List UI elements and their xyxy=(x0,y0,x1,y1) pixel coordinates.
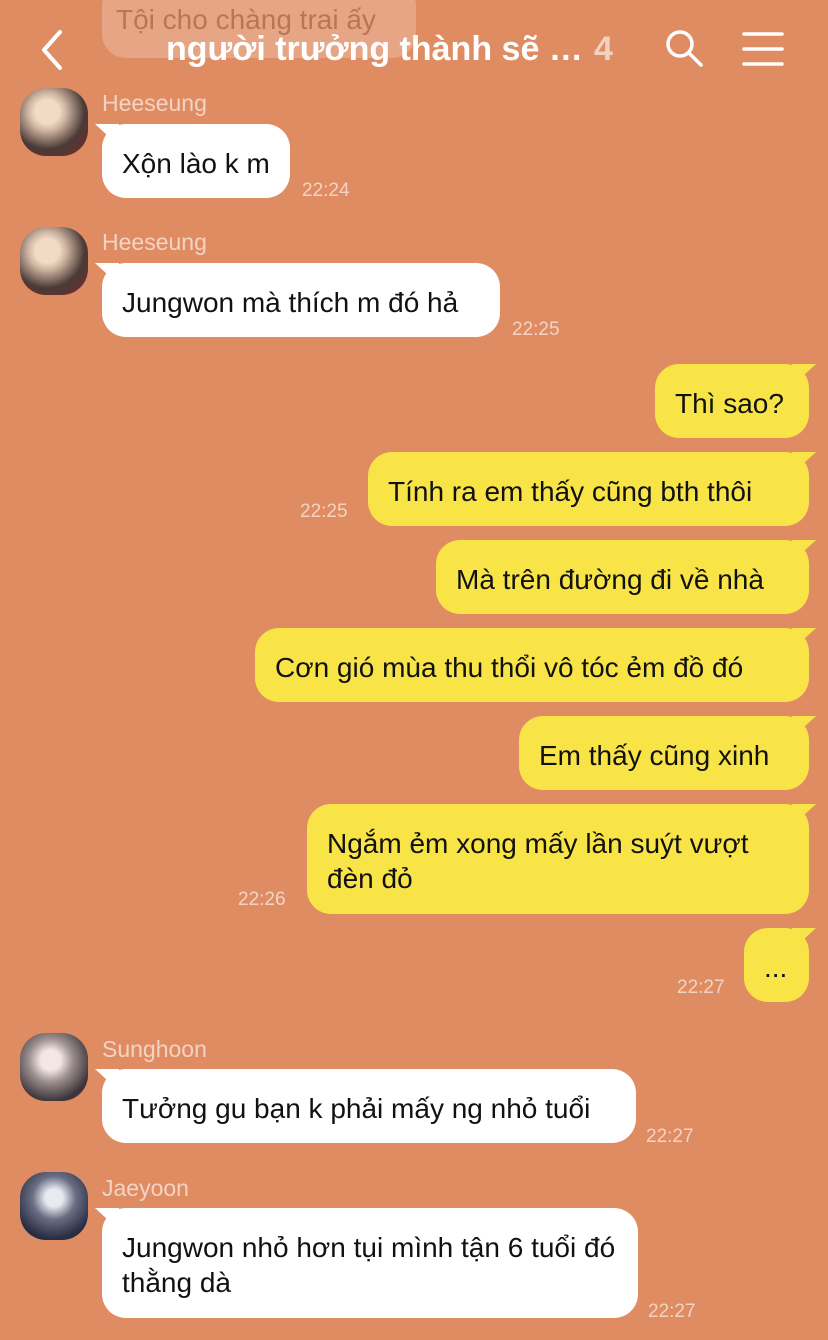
outgoing-message[interactable]: ... xyxy=(744,928,809,1002)
outgoing-message[interactable]: Thì sao? xyxy=(655,364,809,438)
menu-icon[interactable] xyxy=(742,30,784,68)
incoming-message[interactable]: Jungwon nhỏ hơn tụi mình tận 6 tuổi đó t… xyxy=(102,1208,638,1318)
incoming-message[interactable]: Tưởng gu bạn k phải mấy ng nhỏ tuổi xyxy=(102,1069,636,1143)
sender-name: Heeseung xyxy=(102,229,207,255)
message-time: 22:24 xyxy=(302,180,350,201)
message-time: 22:25 xyxy=(300,501,348,522)
message-time: 22:27 xyxy=(677,977,725,998)
message-time: 22:25 xyxy=(512,319,560,340)
incoming-message[interactable]: Xộn lào k m xyxy=(102,124,290,198)
incoming-message[interactable]: Jungwon mà thích m đó hả xyxy=(102,263,500,337)
member-count: 4 xyxy=(594,30,613,68)
sender-name: Sunghoon xyxy=(102,1036,207,1062)
sender-name: Jaeyoon xyxy=(102,1175,189,1201)
outgoing-message[interactable]: Ngắm ẻm xong mấy lần suýt vượt đèn đỏ xyxy=(307,804,809,914)
outgoing-message[interactable]: Mà trên đường đi về nhà xyxy=(436,540,809,614)
search-icon[interactable] xyxy=(664,28,704,68)
avatar-sunghoon[interactable] xyxy=(20,1033,88,1101)
outgoing-message[interactable]: Tính ra em thấy cũng bth thôi xyxy=(368,452,809,526)
back-icon[interactable] xyxy=(36,26,80,74)
chat-title[interactable]: người trưởng thành sẽ th... xyxy=(166,30,586,69)
outgoing-message[interactable]: Cơn gió mùa thu thổi vô tóc ẻm đồ đó xyxy=(255,628,809,702)
outgoing-message[interactable]: Em thấy cũng xinh xyxy=(519,716,809,790)
chat-header: người trưởng thành sẽ th... 4 xyxy=(0,0,828,100)
avatar-heeseung[interactable] xyxy=(20,88,88,156)
avatar-jaeyoon[interactable] xyxy=(20,1172,88,1240)
message-time: 22:27 xyxy=(648,1301,696,1322)
message-time: 22:27 xyxy=(646,1126,694,1147)
sender-name: Heeseung xyxy=(102,90,207,116)
message-time: 22:26 xyxy=(238,889,286,910)
avatar-heeseung[interactable] xyxy=(20,227,88,295)
